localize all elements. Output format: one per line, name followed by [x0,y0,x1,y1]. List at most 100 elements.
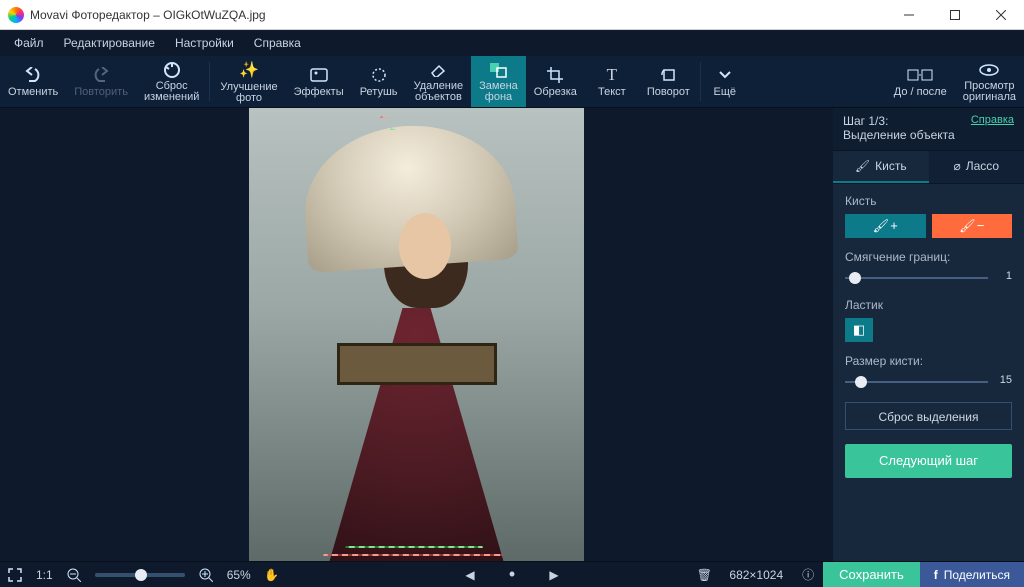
effects-icon [310,65,328,85]
save-button[interactable]: Сохранить [823,562,920,587]
background-icon [489,60,507,79]
tab-lasso[interactable]: ⌀ Лассо [929,151,1024,183]
dot-icon: • [509,564,515,585]
photo [249,108,584,561]
tab-lasso-label: Лассо [966,159,999,173]
before-after-button[interactable]: До / после [886,56,955,107]
brush-add-button[interactable]: 🖌 + [845,214,926,238]
actual-size-button[interactable]: 1:1 [30,562,59,587]
reset-selection-button[interactable]: Сброс выделения [845,402,1012,430]
eraser-section-label: Ластик [845,298,1012,312]
undo-icon [23,65,43,85]
image-dimensions: 682×1024 [719,568,793,582]
eraser-icon [429,60,447,79]
lasso-icon: ⌀ [953,159,960,173]
brush-size-slider[interactable]: 15 [845,374,1012,390]
close-button[interactable] [978,0,1024,30]
menu-settings[interactable]: Настройки [165,32,244,54]
crop-icon [547,65,563,85]
rotate-label: Поворот [647,87,690,98]
brush-icon: 🖌 [855,159,870,173]
zoom-value: 65% [221,568,257,582]
pan-hand-button[interactable]: ✋ [257,562,287,587]
share-button[interactable]: f Поделиться [920,562,1024,587]
more-tools-button[interactable]: Ещё [703,56,747,107]
retouch-label: Ретушь [360,87,398,98]
tool-panel: Справка Шаг 1/3: Выделение объекта 🖌 Кист… [833,108,1024,561]
zoom-out-icon [67,568,81,582]
view-original-label: Просмотроригинала [963,81,1016,103]
brush-minus-icon: 🖌 − [959,218,984,234]
menu-help[interactable]: Справка [244,32,311,54]
info-button[interactable]: ⓘ [793,562,823,587]
maximize-button[interactable] [932,0,978,30]
step-header: Справка Шаг 1/3: Выделение объекта [833,108,1024,151]
brush-size-value: 15 [992,374,1012,386]
effects-label: Эффекты [294,87,344,98]
window-titlebar: Movavi Фоторедактор – OIGkOtWuZQA.jpg [0,0,1024,30]
info-icon: ⓘ [802,566,814,583]
text-label: Текст [598,87,626,98]
menu-edit[interactable]: Редактирование [54,32,165,54]
share-label: Поделиться [944,568,1010,582]
enhance-button[interactable]: ✨ Улучшениефото [212,56,285,107]
zoom-out-button[interactable] [59,562,89,587]
next-image-button[interactable]: ▶ [539,562,569,587]
brush-subtract-button[interactable]: 🖌 − [932,214,1013,238]
window-title: Movavi Фоторедактор – OIGkOtWuZQA.jpg [30,8,266,22]
chevron-down-icon [719,65,731,85]
zoom-slider[interactable] [95,573,185,577]
reset-label: Сбросизменений [144,81,199,103]
fullscreen-button[interactable] [0,562,30,587]
panel-help-link[interactable]: Справка [971,114,1014,126]
object-removal-label: Удалениеобъектов [414,81,464,103]
app-logo-icon [8,7,24,23]
reset-icon [163,60,181,79]
retouch-icon [371,65,387,85]
view-original-button[interactable]: Просмотроригинала [955,56,1024,107]
image-canvas[interactable] [0,108,833,561]
tab-brush[interactable]: 🖌 Кисть [833,151,929,183]
step-title: Выделение объекта [843,128,1014,142]
background-replace-button[interactable]: Заменафона [471,56,526,107]
redo-icon [91,65,111,85]
menu-file[interactable]: Файл [4,32,54,54]
trash-icon: 🗑 [697,568,712,582]
edge-softening-label: Смягчение границ: [845,250,1012,264]
prev-image-button[interactable]: ◀ [455,562,485,587]
compare-icon [907,65,933,85]
eraser-tool-icon: ◧ [853,322,865,338]
object-removal-button[interactable]: Удалениеобъектов [406,56,472,107]
triangle-right-icon: ▶ [549,568,558,582]
undo-button[interactable]: Отменить [0,56,66,107]
main-toolbar: Отменить Повторить Сбросизменений ✨ Улуч… [0,56,1024,108]
triangle-left-icon: ◀ [465,568,474,582]
delete-button[interactable]: 🗑 [689,562,719,587]
tab-brush-label: Кисть [875,159,906,173]
enhance-label: Улучшениефото [220,82,277,104]
crop-button[interactable]: Обрезка [526,56,585,107]
redo-label: Повторить [74,87,128,98]
magic-wand-icon: ✨ [239,60,259,80]
eye-icon [979,60,999,79]
brush-plus-icon: 🖌 + [873,218,898,234]
edge-softening-slider[interactable]: 1 [845,270,1012,286]
eraser-button[interactable]: ◧ [845,318,873,342]
zoom-in-button[interactable] [191,562,221,587]
undo-label: Отменить [8,87,58,98]
facebook-icon: f [934,568,938,582]
rotate-button[interactable]: Поворот [639,56,698,107]
effects-button[interactable]: Эффекты [286,56,352,107]
next-step-button[interactable]: Следующий шаг [845,444,1012,478]
redo-button[interactable]: Повторить [66,56,136,107]
background-label: Заменафона [479,81,518,103]
edge-softening-value: 1 [992,270,1012,282]
before-after-label: До / после [894,87,947,98]
file-browser-button[interactable]: • [497,562,527,587]
minimize-button[interactable] [886,0,932,30]
reset-changes-button[interactable]: Сбросизменений [136,56,207,107]
text-button[interactable]: T Текст [585,56,639,107]
rotate-icon [659,65,677,85]
zoom-in-icon [199,568,213,582]
retouch-button[interactable]: Ретушь [352,56,406,107]
